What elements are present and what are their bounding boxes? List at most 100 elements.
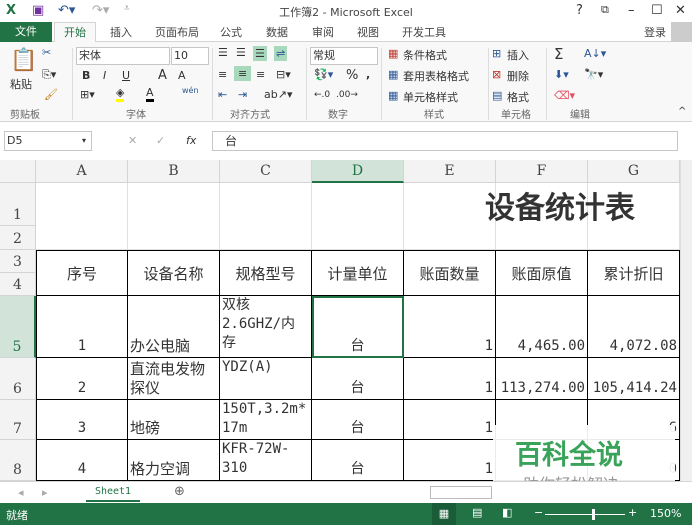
column-header-C[interactable]: C xyxy=(220,160,312,183)
prev-sheet-icon[interactable]: ◂ xyxy=(18,486,24,499)
font-size-select[interactable]: 10 xyxy=(171,47,209,65)
wrap-text-icon[interactable]: ⇌ xyxy=(274,46,288,61)
format-cells-button[interactable]: 格式 xyxy=(507,89,529,105)
comma-button[interactable]: , xyxy=(366,68,370,81)
percent-button[interactable]: % xyxy=(346,68,358,83)
find-select-icon[interactable]: 🔭▾ xyxy=(584,68,603,81)
minimize-icon[interactable]: – xyxy=(628,3,635,18)
tab-data[interactable]: 数据 xyxy=(266,24,288,40)
ribbon-display-icon[interactable]: ⧉ xyxy=(601,3,609,17)
align-right-icon[interactable]: ≡ xyxy=(256,68,265,81)
row-header-1[interactable]: 1 xyxy=(0,183,36,226)
row-header-7[interactable]: 7 xyxy=(0,400,36,440)
tab-review[interactable]: 审阅 xyxy=(312,24,334,40)
delete-cells-button[interactable]: 删除 xyxy=(507,68,529,84)
insert-function-button[interactable]: fx xyxy=(186,134,196,147)
cancel-icon[interactable]: ✕ xyxy=(128,134,137,147)
cell[interactable] xyxy=(36,183,128,250)
cell-styles-button[interactable]: 单元格样式 xyxy=(403,89,458,105)
column-header-A[interactable]: A xyxy=(36,160,128,183)
conditional-format-button[interactable]: 条件格式 xyxy=(403,47,447,63)
increase-decimal-icon[interactable]: ←.0 xyxy=(314,90,330,100)
align-middle-icon[interactable]: ☰ xyxy=(236,46,246,59)
table-cell[interactable]: 1 xyxy=(404,358,496,400)
table-cell[interactable]: 4,465.00 xyxy=(496,296,588,358)
table-cell[interactable]: 1 xyxy=(404,400,496,440)
italic-button[interactable]: I xyxy=(103,69,106,82)
table-cell[interactable]: 150T,3.2m* 17m xyxy=(220,400,312,440)
cell[interactable] xyxy=(128,183,220,250)
name-box-dropdown-icon[interactable]: ▾ xyxy=(82,136,86,145)
sort-filter-icon[interactable]: A↓▾ xyxy=(584,47,606,60)
number-format-select[interactable]: 常规 xyxy=(310,47,378,65)
page-break-view-icon[interactable]: ◧ xyxy=(502,506,512,519)
cut-icon[interactable]: ✂ xyxy=(42,46,51,59)
close-icon[interactable]: ✕ xyxy=(675,3,686,18)
column-header-D[interactable]: D xyxy=(312,160,404,183)
column-title[interactable]: 账面原值 xyxy=(496,250,588,296)
underline-button[interactable]: U xyxy=(122,69,130,82)
shrink-font-button[interactable]: A xyxy=(178,69,186,82)
orientation-icon[interactable]: ab↗▾ xyxy=(264,88,292,101)
sign-in-link[interactable]: 登录 xyxy=(644,24,666,40)
table-cell[interactable]: 4 xyxy=(36,440,128,481)
table-cell[interactable]: 台 xyxy=(312,440,404,481)
align-top-icon[interactable]: ☰ xyxy=(218,46,228,59)
paste-icon[interactable]: 📋 xyxy=(10,48,37,73)
insert-cells-button[interactable]: 插入 xyxy=(507,47,529,63)
align-center-icon[interactable]: ≡ xyxy=(234,66,252,81)
currency-icon[interactable]: 💱▾ xyxy=(314,68,333,81)
tab-page-layout[interactable]: 页面布局 xyxy=(155,24,199,40)
row-header-6[interactable]: 6 xyxy=(0,358,36,400)
align-left-icon[interactable]: ≡ xyxy=(218,68,227,81)
phonetic-button[interactable]: wén xyxy=(182,86,199,95)
table-cell[interactable]: KFR-72W- 310 xyxy=(220,440,312,481)
column-header-F[interactable]: F xyxy=(496,160,588,183)
table-cell[interactable]: 地磅 xyxy=(128,400,220,440)
column-title[interactable]: 累计折旧 xyxy=(588,250,680,296)
bold-button[interactable]: B xyxy=(82,69,90,82)
zoom-in-icon[interactable]: + xyxy=(628,506,637,519)
help-button[interactable]: ? xyxy=(576,3,583,18)
table-cell[interactable]: 2 xyxy=(36,358,128,400)
column-title[interactable]: 设备名称 xyxy=(128,250,220,296)
column-header-B[interactable]: B xyxy=(128,160,220,183)
grow-font-button[interactable]: A xyxy=(158,68,167,83)
table-cell[interactable]: 双核 2.6GHZ/内 存 xyxy=(220,296,312,358)
avatar[interactable] xyxy=(671,22,692,42)
font-color-icon[interactable]: A xyxy=(146,86,154,102)
zoom-level[interactable]: 150% xyxy=(650,507,681,520)
table-cell[interactable]: 105,414.24 xyxy=(588,358,680,400)
select-all-corner[interactable] xyxy=(0,160,36,183)
enter-icon[interactable]: ✓ xyxy=(156,134,165,147)
table-cell[interactable]: 直流电发物 探仪 xyxy=(128,358,220,400)
row-header-4[interactable]: 4 xyxy=(0,273,36,296)
copy-icon[interactable]: ⎘▾ xyxy=(42,68,56,82)
vertical-scrollbar[interactable] xyxy=(680,160,692,481)
increase-indent-icon[interactable]: ⇥ xyxy=(238,88,247,101)
formula-input[interactable]: 台 xyxy=(212,131,678,151)
tab-file[interactable]: 文件 xyxy=(0,22,52,42)
column-title[interactable]: 序号 xyxy=(36,250,128,296)
column-title[interactable]: 账面数量 xyxy=(404,250,496,296)
table-cell[interactable]: 格力空调 xyxy=(128,440,220,481)
horizontal-scrollbar[interactable] xyxy=(430,486,492,499)
zoom-out-icon[interactable]: − xyxy=(534,506,543,519)
format-painter-icon[interactable]: 🖌 xyxy=(44,88,58,101)
table-cell[interactable]: 台 xyxy=(312,400,404,440)
decrease-decimal-icon[interactable]: .00→ xyxy=(336,90,358,100)
paste-button[interactable]: 粘贴 xyxy=(10,76,32,92)
next-sheet-icon[interactable]: ▸ xyxy=(42,486,48,499)
table-cell[interactable]: YDZ(A) xyxy=(220,358,312,400)
fill-color-icon[interactable]: ◈ xyxy=(116,86,125,102)
table-cell[interactable]: 113,274.00 xyxy=(496,358,588,400)
clear-icon[interactable]: ⌫▾ xyxy=(554,89,575,102)
table-cell[interactable]: 1 xyxy=(36,296,128,358)
tab-home[interactable]: 开始 xyxy=(54,22,96,43)
table-cell[interactable]: 办公电脑 xyxy=(128,296,220,358)
tab-formulas[interactable]: 公式 xyxy=(220,24,242,40)
active-cell-d5[interactable]: 台 xyxy=(312,296,404,358)
tab-insert[interactable]: 插入 xyxy=(110,24,132,40)
borders-icon[interactable]: ⊞▾ xyxy=(80,88,95,101)
row-header-3[interactable]: 3 xyxy=(0,250,36,273)
